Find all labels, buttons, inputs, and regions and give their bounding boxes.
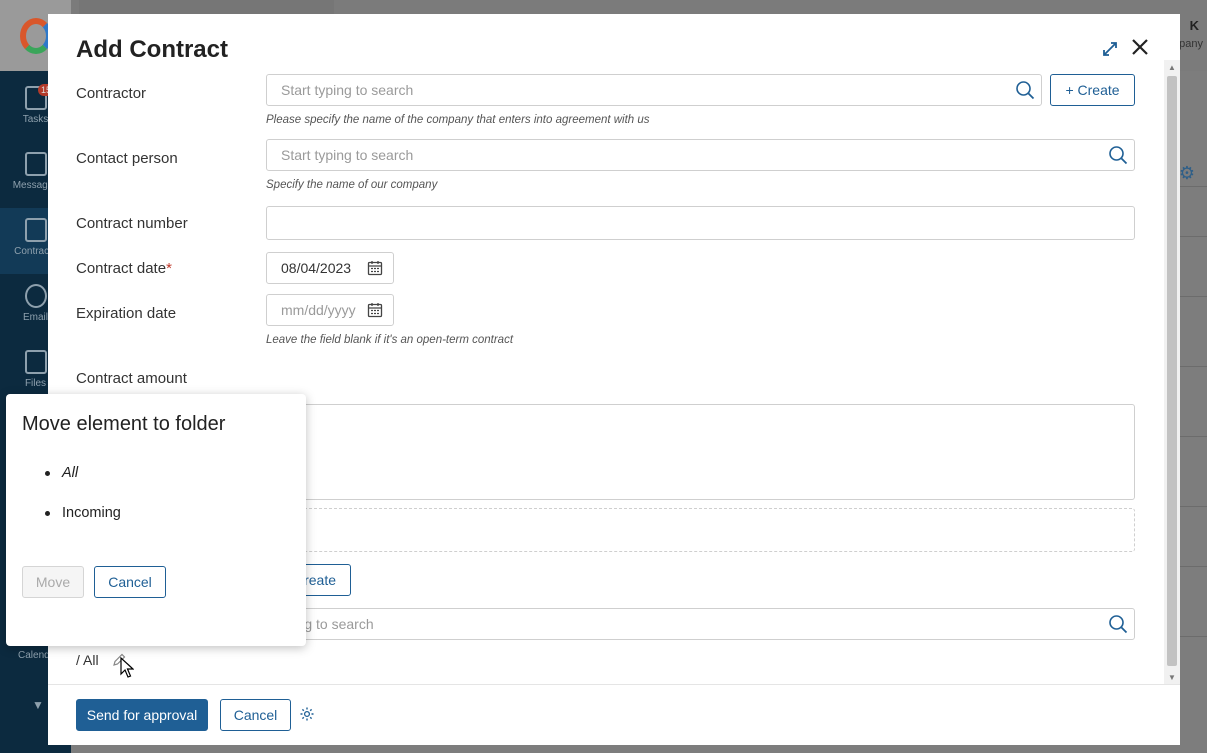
contract-date-input[interactable]: 08/04/2023 [266,252,394,284]
search-icon[interactable] [1015,80,1035,100]
contract-number-label: Contract number [76,215,188,232]
scroll-down-icon[interactable]: ▼ [1168,673,1176,682]
modal-title: Add Contract [76,36,228,63]
calendar-icon[interactable] [367,302,383,318]
expiration-date-label: Expiration date [76,305,177,322]
cancel-button[interactable]: Cancel [220,699,291,731]
related-search-input[interactable]: t typing to search [266,608,1135,640]
search-icon[interactable] [1108,614,1128,634]
company-name: pany [1179,38,1203,50]
mouse-cursor-icon [120,657,134,678]
scroll-thumb[interactable] [1167,76,1177,666]
contact-person-label: Contact person [76,150,178,167]
send-for-approval-button[interactable]: Send for approval [76,699,208,731]
contractor-input[interactable]: Start typing to search [266,74,1042,106]
popup-title: Move element to folder [22,413,226,435]
popup-cancel-button[interactable]: Cancel [94,566,166,598]
create-contractor-button[interactable]: + Create [1050,74,1135,106]
messages-icon [24,152,47,176]
footer-divider [48,684,1180,685]
folder-item-all[interactable]: All [22,462,121,502]
expand-icon[interactable] [1100,40,1120,60]
contact-person-input[interactable]: Start typing to search [266,139,1135,171]
at-sign-icon [24,284,47,308]
user-menu[interactable]: K [1190,18,1199,33]
expiration-date-input[interactable]: mm/dd/yyyy [266,294,394,326]
move-to-folder-popup: Move element to folder All Incoming Move… [6,394,306,646]
calendar-icon[interactable] [367,260,383,276]
folder-list: All Incoming [22,462,121,542]
scrollbar[interactable]: ▲ ▼ [1164,60,1180,684]
move-button[interactable]: Move [22,566,84,598]
gear-icon[interactable]: ⚙ [1179,163,1195,184]
contract-amount-label: Contract amount [76,370,187,387]
contract-number-input[interactable] [266,206,1135,240]
contract-date-label: Contract date* [76,260,172,277]
folder-item-incoming[interactable]: Incoming [22,502,121,542]
chevron-down-icon[interactable]: ▼ [32,698,44,712]
gear-icon[interactable] [299,706,315,722]
contractor-hint: Please specify the name of the company t… [266,114,650,126]
contractor-label: Contractor [76,85,147,102]
scroll-up-icon[interactable]: ▲ [1168,63,1176,72]
description-textarea[interactable] [266,404,1135,500]
briefcase-icon [24,218,47,242]
required-marker: * [166,260,172,277]
file-dropzone[interactable]: le [258,508,1135,552]
folder-path: / All [76,652,99,668]
expiration-date-hint: Leave the field blank if it's an open-te… [266,334,514,346]
close-icon[interactable] [1128,36,1152,60]
plus-icon: + [1065,82,1074,98]
contact-person-hint: Specify the name of our company [266,179,438,191]
search-icon[interactable] [1108,145,1128,165]
file-icon [24,350,47,374]
